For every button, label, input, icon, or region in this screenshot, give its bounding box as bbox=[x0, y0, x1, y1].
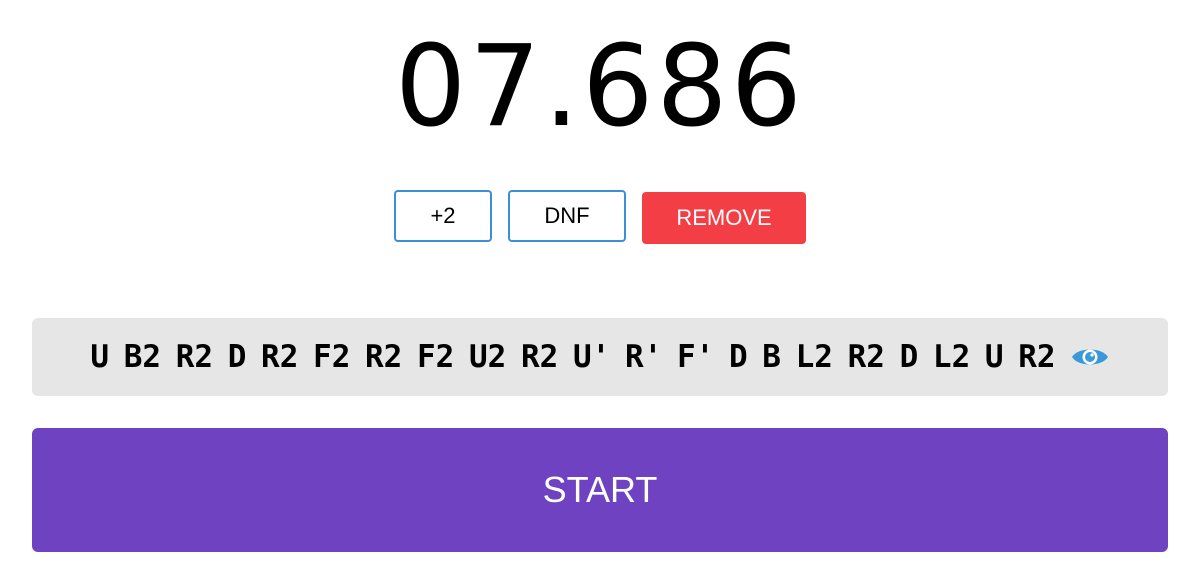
scramble-panel: U B2 R2 D R2 F2 R2 F2 U2 R2 U' R' F' D B… bbox=[32, 318, 1168, 396]
timer-display: 07.686 bbox=[395, 22, 805, 152]
eye-icon[interactable] bbox=[1070, 343, 1110, 371]
eye-icon-graphic bbox=[1071, 349, 1108, 365]
penalty-controls: +2 DNF REMOVE bbox=[0, 190, 1200, 244]
scramble-text: U B2 R2 D R2 F2 R2 F2 U2 R2 U' R' F' D B… bbox=[90, 339, 1056, 375]
remove-button[interactable]: REMOVE bbox=[642, 192, 806, 244]
plus-two-button[interactable]: +2 bbox=[394, 190, 492, 242]
dnf-button[interactable]: DNF bbox=[508, 190, 626, 242]
start-button[interactable]: START bbox=[32, 428, 1168, 552]
